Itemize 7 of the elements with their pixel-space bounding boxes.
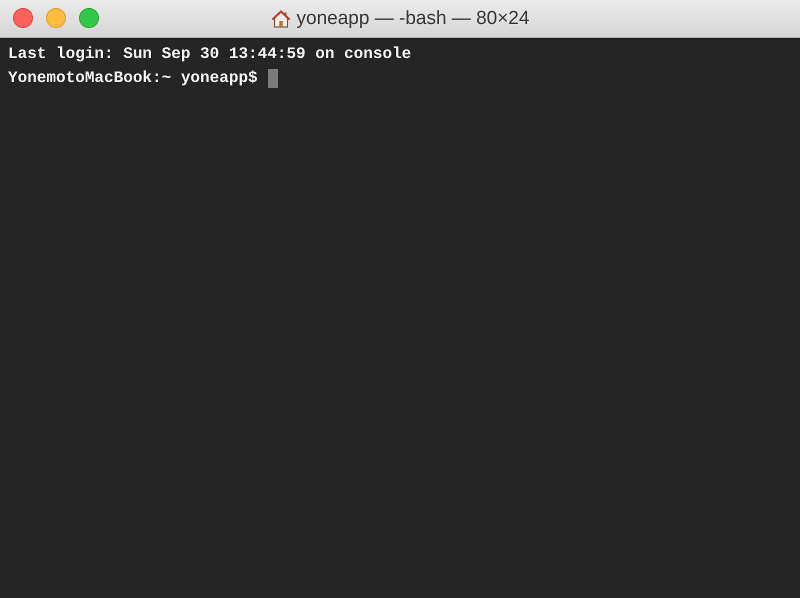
zoom-button[interactable] — [79, 8, 99, 28]
minimize-button[interactable] — [46, 8, 66, 28]
house-icon — [270, 8, 291, 28]
terminal-line: YonemotoMacBook:~ yoneapp$ — [8, 68, 258, 89]
close-button[interactable] — [13, 8, 33, 28]
window-title: yoneapp — -bash — 80×24 — [296, 8, 530, 30]
terminal-line: Last login: Sun Sep 30 13:44:59 on console — [8, 44, 412, 65]
